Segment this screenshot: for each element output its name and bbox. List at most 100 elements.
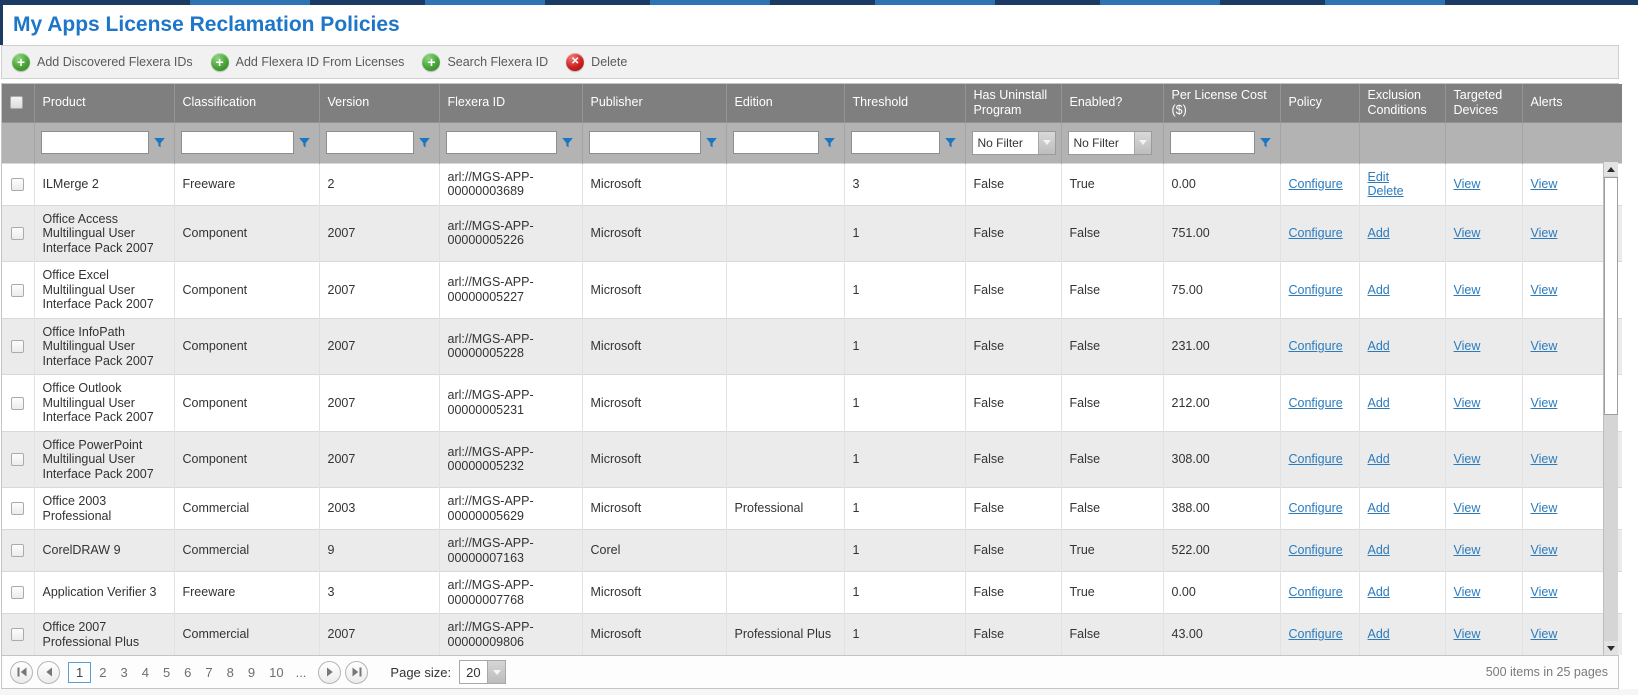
view-targeted-devices-link[interactable]: View bbox=[1454, 283, 1481, 297]
delete-exclusion-link[interactable]: Delete bbox=[1368, 184, 1437, 199]
view-alerts-link[interactable]: View bbox=[1531, 226, 1558, 240]
first-page-button[interactable] bbox=[10, 661, 33, 684]
scroll-down-button[interactable] bbox=[1604, 641, 1618, 655]
configure-link[interactable]: Configure bbox=[1289, 226, 1343, 240]
view-targeted-devices-link[interactable]: View bbox=[1454, 585, 1481, 599]
view-alerts-link[interactable]: View bbox=[1531, 177, 1558, 191]
view-targeted-devices-link[interactable]: View bbox=[1454, 543, 1481, 557]
row-checkbox[interactable] bbox=[11, 544, 24, 557]
filter-select-enabled[interactable]: No Filter bbox=[1068, 131, 1152, 155]
more-pages-ellipsis[interactable]: ... bbox=[292, 665, 311, 680]
configure-link[interactable]: Configure bbox=[1289, 177, 1343, 191]
row-checkbox[interactable] bbox=[11, 227, 24, 240]
page-button[interactable]: 9 bbox=[242, 663, 261, 682]
filter-input-version[interactable] bbox=[326, 131, 414, 154]
row-checkbox[interactable] bbox=[11, 397, 24, 410]
add-exclusion-link[interactable]: Add bbox=[1368, 585, 1437, 600]
view-targeted-devices-link[interactable]: View bbox=[1454, 177, 1481, 191]
view-targeted-devices-link[interactable]: View bbox=[1454, 226, 1481, 240]
page-size-select[interactable]: 20 bbox=[459, 660, 506, 684]
column-header-policy[interactable]: Policy bbox=[1280, 84, 1359, 122]
view-alerts-link[interactable]: View bbox=[1531, 585, 1558, 599]
filter-icon[interactable] bbox=[153, 136, 166, 149]
filter-input-edition[interactable] bbox=[733, 131, 819, 154]
configure-link[interactable]: Configure bbox=[1289, 339, 1343, 353]
page-button[interactable]: 2 bbox=[93, 663, 112, 682]
next-page-button[interactable] bbox=[318, 661, 341, 684]
view-alerts-link[interactable]: View bbox=[1531, 627, 1558, 641]
add-exclusion-link[interactable]: Add bbox=[1368, 226, 1437, 241]
column-header-has_uninstall[interactable]: Has Uninstall Program bbox=[965, 84, 1061, 122]
edit-exclusion-link[interactable]: Edit bbox=[1368, 170, 1437, 185]
configure-link[interactable]: Configure bbox=[1289, 452, 1343, 466]
view-alerts-link[interactable]: View bbox=[1531, 543, 1558, 557]
current-page-button[interactable]: 1 bbox=[68, 662, 91, 683]
filter-select-has_uninstall[interactable]: No Filter bbox=[972, 131, 1056, 155]
add-exclusion-link[interactable]: Add bbox=[1368, 543, 1437, 558]
column-header-edition[interactable]: Edition bbox=[726, 84, 844, 122]
row-checkbox[interactable] bbox=[11, 586, 24, 599]
page-button[interactable]: 7 bbox=[199, 663, 218, 682]
select-all-checkbox[interactable] bbox=[10, 96, 23, 109]
configure-link[interactable]: Configure bbox=[1289, 627, 1343, 641]
column-header-alerts[interactable]: Alerts bbox=[1522, 84, 1622, 122]
filter-icon[interactable] bbox=[823, 136, 836, 149]
view-targeted-devices-link[interactable]: View bbox=[1454, 627, 1481, 641]
add-flexera-id-from-licenses-button[interactable]: +Add Flexera ID From Licenses bbox=[211, 53, 405, 71]
filter-input-classification[interactable] bbox=[181, 131, 294, 154]
configure-link[interactable]: Configure bbox=[1289, 543, 1343, 557]
row-checkbox[interactable] bbox=[11, 502, 24, 515]
filter-input-threshold[interactable] bbox=[851, 131, 940, 154]
column-header-exclusion[interactable]: Exclusion Conditions bbox=[1359, 84, 1445, 122]
filter-input-cost[interactable] bbox=[1170, 131, 1255, 154]
vertical-scrollbar[interactable] bbox=[1603, 162, 1618, 655]
configure-link[interactable]: Configure bbox=[1289, 501, 1343, 515]
add-exclusion-link[interactable]: Add bbox=[1368, 396, 1437, 411]
filter-icon[interactable] bbox=[705, 136, 718, 149]
delete-button[interactable]: ✕Delete bbox=[566, 53, 627, 71]
column-header-targeted[interactable]: Targeted Devices bbox=[1445, 84, 1522, 122]
filter-icon[interactable] bbox=[944, 136, 957, 149]
column-header-enabled[interactable]: Enabled? bbox=[1061, 84, 1163, 122]
page-button[interactable]: 6 bbox=[178, 663, 197, 682]
add-exclusion-link[interactable]: Add bbox=[1368, 283, 1437, 298]
filter-input-flexera_id[interactable] bbox=[446, 131, 557, 154]
row-checkbox[interactable] bbox=[11, 178, 24, 191]
view-alerts-link[interactable]: View bbox=[1531, 452, 1558, 466]
scroll-up-button[interactable] bbox=[1604, 162, 1618, 176]
add-exclusion-link[interactable]: Add bbox=[1368, 501, 1437, 516]
view-targeted-devices-link[interactable]: View bbox=[1454, 501, 1481, 515]
view-targeted-devices-link[interactable]: View bbox=[1454, 339, 1481, 353]
page-button[interactable]: 3 bbox=[114, 663, 133, 682]
row-checkbox[interactable] bbox=[11, 453, 24, 466]
view-targeted-devices-link[interactable]: View bbox=[1454, 452, 1481, 466]
filter-input-product[interactable] bbox=[41, 131, 149, 154]
page-button[interactable]: 8 bbox=[221, 663, 240, 682]
prev-page-button[interactable] bbox=[37, 661, 60, 684]
add-exclusion-link[interactable]: Add bbox=[1368, 452, 1437, 467]
page-button[interactable]: 4 bbox=[136, 663, 155, 682]
last-page-button[interactable] bbox=[345, 661, 368, 684]
scrollbar-thumb[interactable] bbox=[1604, 177, 1618, 415]
row-checkbox[interactable] bbox=[11, 628, 24, 641]
filter-icon[interactable] bbox=[418, 136, 431, 149]
column-header-classification[interactable]: Classification bbox=[174, 84, 319, 122]
filter-icon[interactable] bbox=[298, 136, 311, 149]
row-checkbox[interactable] bbox=[11, 284, 24, 297]
column-header-version[interactable]: Version bbox=[319, 84, 439, 122]
filter-icon[interactable] bbox=[1259, 136, 1272, 149]
add-exclusion-link[interactable]: Add bbox=[1368, 339, 1437, 354]
filter-icon[interactable] bbox=[561, 136, 574, 149]
filter-input-publisher[interactable] bbox=[589, 131, 701, 154]
configure-link[interactable]: Configure bbox=[1289, 396, 1343, 410]
add-discovered-flexera-ids-button[interactable]: +Add Discovered Flexera IDs bbox=[12, 53, 193, 71]
view-alerts-link[interactable]: View bbox=[1531, 501, 1558, 515]
column-header-publisher[interactable]: Publisher bbox=[582, 84, 726, 122]
search-flexera-id-button[interactable]: +Search Flexera ID bbox=[422, 53, 548, 71]
add-exclusion-link[interactable]: Add bbox=[1368, 627, 1437, 642]
configure-link[interactable]: Configure bbox=[1289, 283, 1343, 297]
view-alerts-link[interactable]: View bbox=[1531, 339, 1558, 353]
page-button[interactable]: 5 bbox=[157, 663, 176, 682]
column-header-flexera_id[interactable]: Flexera ID bbox=[439, 84, 582, 122]
view-alerts-link[interactable]: View bbox=[1531, 283, 1558, 297]
